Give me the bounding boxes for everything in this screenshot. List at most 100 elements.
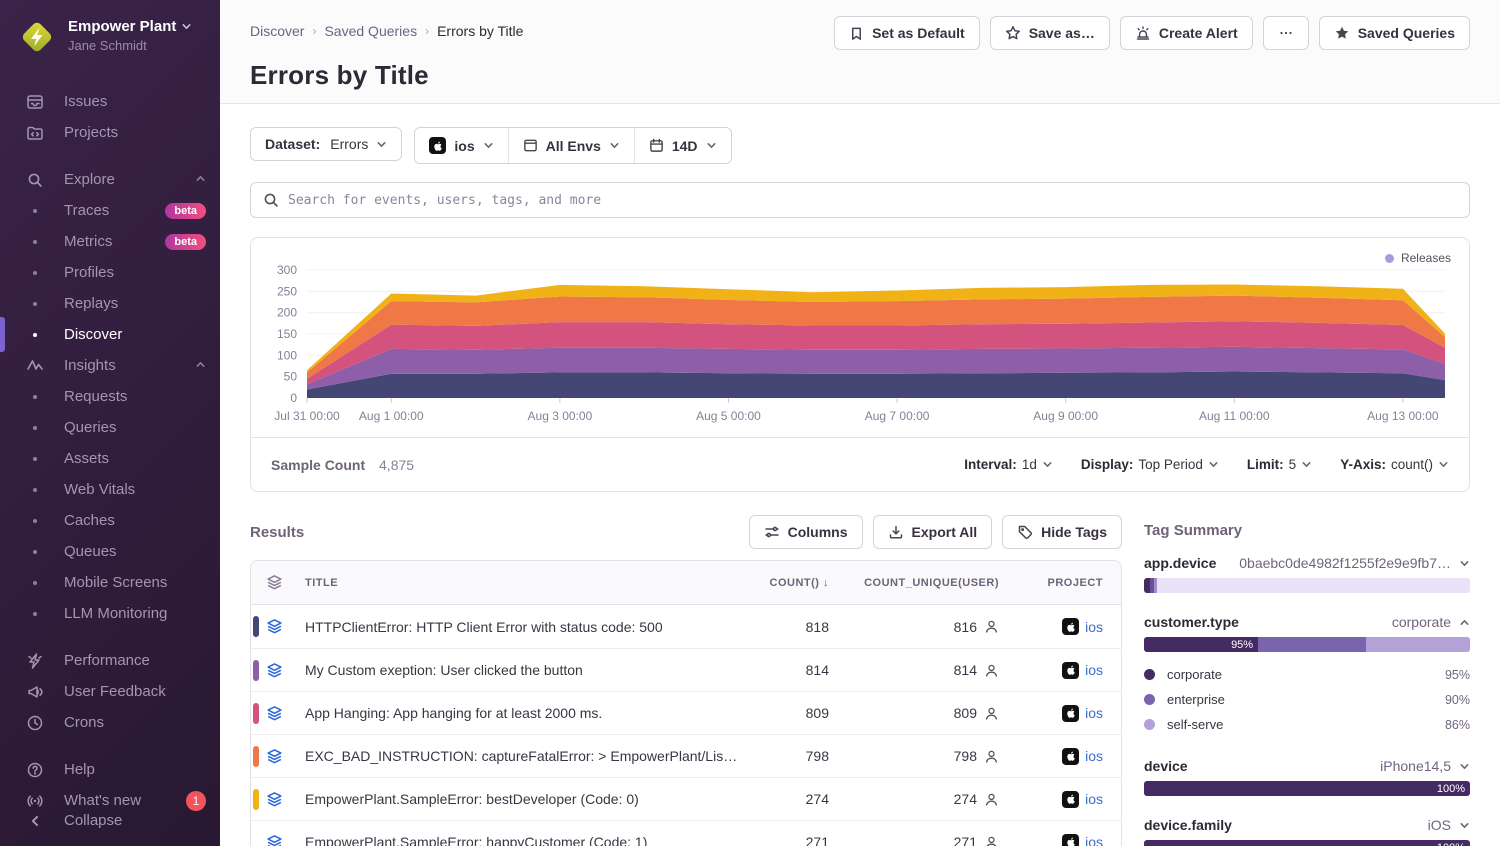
save-as-button[interactable]: Save as… [990,16,1110,50]
tag-distribution-bar: 100% [1144,781,1470,796]
search-input[interactable] [288,193,1457,208]
button-label: Saved Queries [1358,25,1455,41]
project-link[interactable]: ios [1085,705,1103,721]
sidebar-item-label: Requests [64,388,206,405]
chevron-down-icon [483,140,494,151]
export-all-button[interactable]: Export All [873,515,993,549]
tag-header-app-device[interactable]: app.device0baebc0de4982f1255f2e9e9fb7… [1144,555,1470,571]
apple-icon [1062,662,1079,679]
sidebar-item-replays[interactable]: Replays [0,288,220,319]
active-item-accent [0,317,5,352]
sidebar-item-performance[interactable]: Performance [0,645,220,676]
sidebar-item-user-feedback[interactable]: User Feedback [0,676,220,707]
tag-header-device[interactable]: deviceiPhone14,5 [1144,758,1470,774]
sidebar-item-issues[interactable]: Issues [0,86,220,117]
limit-dropdown[interactable]: Limit:5 [1247,457,1312,472]
beta-badge: beta [165,234,206,250]
column-header-title[interactable]: TITLE [297,577,747,589]
tag-legend-percent: 90% [1445,693,1470,707]
breadcrumb-link[interactable]: Discover [250,23,304,39]
svg-text:Aug 7 00:00: Aug 7 00:00 [865,409,930,423]
sidebar-item-queues[interactable]: Queues [0,536,220,567]
row-count: 798 [747,748,847,764]
button-label: Save as… [1029,25,1095,41]
org-switcher[interactable]: Empower Plant Jane Schmidt [0,0,220,64]
tag-header-customer-type[interactable]: customer.typecorporate [1144,614,1470,630]
sidebar-collapse-button[interactable]: Collapse [0,805,220,836]
column-header-count-unique-user[interactable]: COUNT_UNIQUE(USER) [847,577,1017,589]
hide-tags-button[interactable]: Hide Tags [1002,515,1122,549]
environment-filter-button[interactable]: All Envs [508,128,634,163]
dataset-filter-button[interactable]: Dataset: Errors [250,127,402,161]
sidebar-item-insights[interactable]: Insights [0,350,220,381]
svg-text:Aug 5 00:00: Aug 5 00:00 [696,409,761,423]
row-project: ios [1017,705,1121,722]
sidebar-item-metrics[interactable]: Metricsbeta [0,226,220,257]
interval-dropdown[interactable]: Interval:1d [964,457,1053,472]
create-alert-button[interactable]: Create Alert [1120,16,1253,50]
chevron-down-icon [1208,459,1219,470]
sidebar-item-traces[interactable]: Tracesbeta [0,195,220,226]
sidebar-item-profiles[interactable]: Profiles [0,257,220,288]
bullet-dot-icon [33,209,37,213]
page-header: Discover›Saved Queries›Errors by Title S… [220,0,1500,104]
breadcrumb-link[interactable]: Saved Queries [324,23,417,39]
row-count-unique-value: 816 [954,619,977,635]
project-link[interactable]: ios [1085,791,1103,807]
sidebar-item-label: Crons [64,714,206,731]
sidebar-item-label: Explore [64,171,195,188]
columns-icon [764,524,780,540]
set-as-default-button[interactable]: Set as Default [834,16,980,50]
tag-section-app-device: app.device0baebc0de4982f1255f2e9e9fb7… [1144,555,1470,593]
sidebar-item-queries[interactable]: Queries [0,412,220,443]
tag-key: device.family [1144,817,1232,833]
projects-icon [26,124,44,142]
releases-legend[interactable]: Releases [1385,251,1451,265]
beta-badge: beta [165,203,206,219]
sidebar-item-llm-monitoring[interactable]: LLM Monitoring [0,598,220,629]
project-link[interactable]: ios [1085,834,1103,846]
chevron-down-icon [706,140,717,151]
sidebar-item-assets[interactable]: Assets [0,443,220,474]
display-dropdown[interactable]: Display:Top Period [1081,457,1219,472]
sidebar-section: PerformanceUser Feedback Crons [0,645,220,738]
stack-icon[interactable] [251,834,297,846]
date-range-filter-button[interactable]: 14D [634,128,731,163]
sidebar-item-web-vitals[interactable]: Web Vitals [0,474,220,505]
bullet-dot-icon [33,333,37,337]
column-header-project[interactable]: PROJECT [1017,577,1121,589]
svg-text:0: 0 [290,391,297,405]
apple-icon [429,137,446,154]
columns-button[interactable]: Columns [749,515,863,549]
chevron-down-icon [181,21,192,32]
sidebar-item-caches[interactable]: Caches [0,505,220,536]
yaxis-dropdown[interactable]: Y-Axis:count() [1340,457,1449,472]
chevron-down-icon [609,140,620,151]
legend-label: Releases [1401,251,1451,265]
sidebar-item-crons[interactable]: Crons [0,707,220,738]
sidebar-item-label: Collapse [64,812,206,829]
apple-icon [1062,748,1079,765]
sidebar-item-help[interactable]: Help [0,754,220,785]
project-filter-button[interactable]: ios [415,128,507,163]
series-color-chip [253,660,259,681]
sidebar-item-explore[interactable]: Explore [0,164,220,195]
sidebar-item-requests[interactable]: Requests [0,381,220,412]
saved-queries-button[interactable]: Saved Queries [1319,16,1470,50]
project-link[interactable]: ios [1085,748,1103,764]
column-header-count[interactable]: COUNT() ↓ [747,577,847,589]
sidebar-section: HelpWhat's new1 [0,754,220,816]
sample-count-value: 4,875 [379,457,414,473]
more-options-button[interactable] [1263,16,1309,50]
sidebar-item-mobile-screens[interactable]: Mobile Screens [0,567,220,598]
main-area: Discover›Saved Queries›Errors by Title S… [220,0,1500,846]
row-title: EmpowerPlant.SampleError: bestDeveloper … [297,791,747,807]
tag-header-device-family[interactable]: device.familyiOS [1144,817,1470,833]
sidebar-item-discover[interactable]: Discover [0,319,220,350]
project-link[interactable]: ios [1085,619,1103,635]
sidebar-item-label: Projects [64,124,206,141]
sidebar-item-label: Queues [64,543,206,560]
project-link[interactable]: ios [1085,662,1103,678]
sidebar-item-projects[interactable]: Projects [0,117,220,148]
series-color-chip [253,616,259,637]
